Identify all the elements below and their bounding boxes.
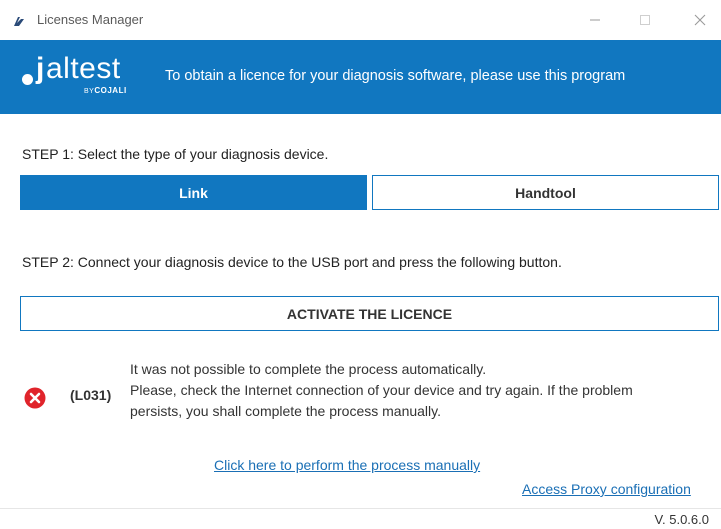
banner-message: To obtain a licence for your diagnosis s… [165,68,626,84]
logo-byline: BYCOJALI [84,86,127,95]
window-title: Licenses Manager [37,12,144,27]
close-icon[interactable] [680,4,720,36]
header-banner: j altest BYCOJALI To obtain a licence fo… [0,40,721,114]
app-icon [12,13,26,27]
error-message: It was not possible to complete the proc… [130,359,720,422]
error-line-1: It was not possible to complete the proc… [130,361,487,377]
proxy-config-link[interactable]: Access Proxy configuration [522,481,691,497]
minimize-icon[interactable] [575,4,615,36]
manual-process-link[interactable]: Click here to perform the process manual… [214,457,480,473]
error-code: (L031) [70,387,112,403]
jaltest-logo: j altest BYCOJALI [22,54,142,98]
footer-divider [0,508,721,509]
link-device-button[interactable]: Link [20,175,367,210]
logo-dot [22,74,33,85]
activate-licence-button[interactable]: ACTIVATE THE LICENCE [20,296,719,331]
logo-by-text: BY [84,88,95,95]
title-bar: Licenses Manager [0,0,721,41]
step2-label: STEP 2: Connect your diagnosis device to… [22,254,562,270]
logo-brand: COJALI [94,86,127,95]
step1-label: STEP 1: Select the type of your diagnosi… [22,146,329,162]
error-line-3: persists, you shall complete the process… [130,403,441,419]
handtool-device-button[interactable]: Handtool [372,175,719,210]
logo-j: j [36,52,45,85]
version-label: V. 5.0.6.0 [654,512,709,527]
error-line-2: Please, check the Internet connection of… [130,382,633,398]
logo-altest: altest [46,52,121,85]
error-x-icon [24,387,46,409]
maximize-icon[interactable] [625,4,665,36]
